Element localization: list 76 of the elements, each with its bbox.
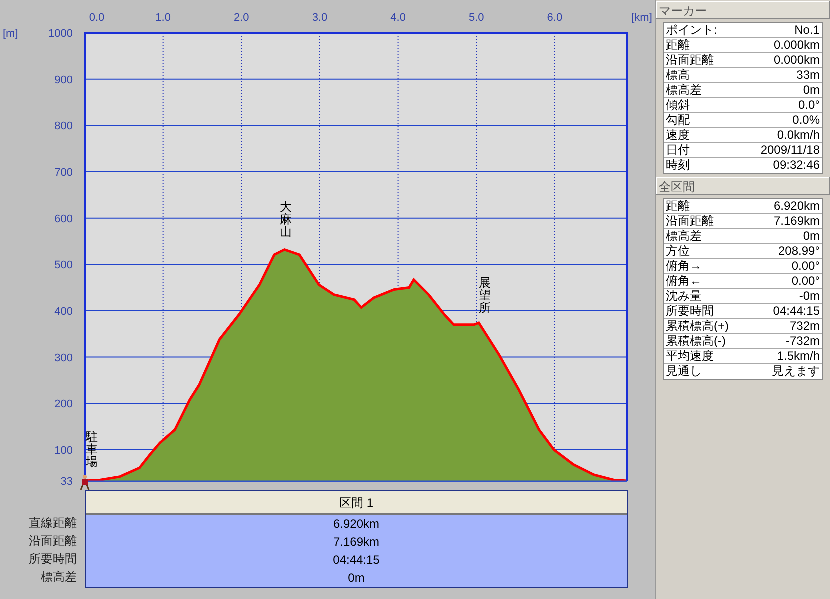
y-tick-label: 1000 <box>48 28 73 40</box>
field-value: 208.99° <box>778 244 820 258</box>
field-value: 0m <box>803 229 820 243</box>
x-axis-unit: [km] <box>632 12 652 24</box>
field-value: 33m <box>796 68 820 82</box>
table-cell-text: 6.920km <box>332 516 381 533</box>
row-label: 直線距離 <box>28 515 78 532</box>
field-value: 0.0km/h <box>777 128 820 142</box>
field-label: 時刻 <box>666 158 690 173</box>
field-value: No.1 <box>794 23 820 37</box>
x-tick-label: 3.0 <box>312 12 328 24</box>
field-value: 04:44:15 <box>773 304 820 318</box>
field-value: 0m <box>803 83 820 97</box>
panel-header: マーカー <box>656 1 830 19</box>
field-value: 0.00° <box>792 274 820 288</box>
row-label: 沿面距離 <box>28 533 78 550</box>
field-label: 標高 <box>666 68 690 82</box>
y-tick-label: 300 <box>54 352 73 364</box>
x-tick-label: 2.0 <box>234 12 250 24</box>
field-label: 平均速度 <box>666 349 714 363</box>
table-cell-text: 7.169km <box>332 534 381 551</box>
field-label: 俯角← <box>666 274 702 288</box>
row-label: 標高差 <box>40 569 78 586</box>
y-axis-unit: [m] <box>3 28 18 40</box>
field-value: -732m <box>786 334 820 348</box>
field-value: 09:32:46 <box>773 158 820 173</box>
field-value: 0.0% <box>792 113 820 127</box>
y-tick-label: 500 <box>54 260 73 272</box>
field-label: ポイント: <box>666 23 718 37</box>
x-tick-label: 4.0 <box>390 12 406 24</box>
field-label: 所要時間 <box>666 304 714 318</box>
field-label: 累積標高(-) <box>666 334 726 348</box>
field-label: 傾斜 <box>666 98 690 112</box>
row-label: 所要時間 <box>28 551 78 568</box>
field-value: 見えます <box>772 364 820 379</box>
field-label: 沈み量 <box>666 289 702 303</box>
x-tick-label: 1.0 <box>156 12 171 24</box>
field-label: 沿面距離 <box>666 53 714 67</box>
field-label: 標高差 <box>666 83 702 97</box>
field-label: 勾配 <box>666 113 690 127</box>
field-value: 6.920km <box>774 199 820 213</box>
x-tick-label: 5.0 <box>468 12 484 24</box>
table-cell-text: 0m <box>347 570 366 587</box>
x-tick-label: 6.0 <box>547 12 563 24</box>
field-value: 732m <box>790 319 820 333</box>
hiker-icon <box>80 475 90 490</box>
field-value: 2009/11/18 <box>760 143 820 157</box>
field-value: -0m <box>799 289 820 303</box>
field-label: 俯角→ <box>666 259 702 273</box>
field-label: 方位 <box>666 244 690 258</box>
y-tick-label: 33 <box>60 476 73 488</box>
field-label: 累積標高(+) <box>666 319 729 333</box>
panel-header: 全区間 <box>656 177 830 195</box>
y-tick-label: 400 <box>54 306 73 318</box>
y-tick-label: 700 <box>54 166 73 179</box>
field-label: 標高差 <box>666 229 702 243</box>
field-value: 0.000km <box>774 53 820 67</box>
section-header: 区間 1 <box>86 491 627 515</box>
y-tick-label: 900 <box>54 74 73 86</box>
x-tick-label: 0.0 <box>89 12 105 24</box>
field-label: 日付 <box>666 143 690 157</box>
field-value: 7.169km <box>774 214 820 228</box>
field-label: 見通し <box>666 364 702 379</box>
field-label: 沿面距離 <box>666 214 714 228</box>
y-tick-label: 600 <box>54 213 73 226</box>
field-value: 0.000km <box>774 38 820 52</box>
field-value: 0.0° <box>798 98 820 112</box>
field-label: 距離 <box>666 38 690 52</box>
y-tick-label: 800 <box>54 120 73 133</box>
y-tick-label: 200 <box>54 398 73 411</box>
field-label: 速度 <box>666 128 690 142</box>
field-value: 1.5km/h <box>777 349 820 363</box>
y-tick-label: 100 <box>54 444 73 457</box>
table-cell-text: 04:44:15 <box>332 552 381 569</box>
field-value: 0.00° <box>792 259 820 273</box>
field-label: 距離 <box>666 199 690 213</box>
